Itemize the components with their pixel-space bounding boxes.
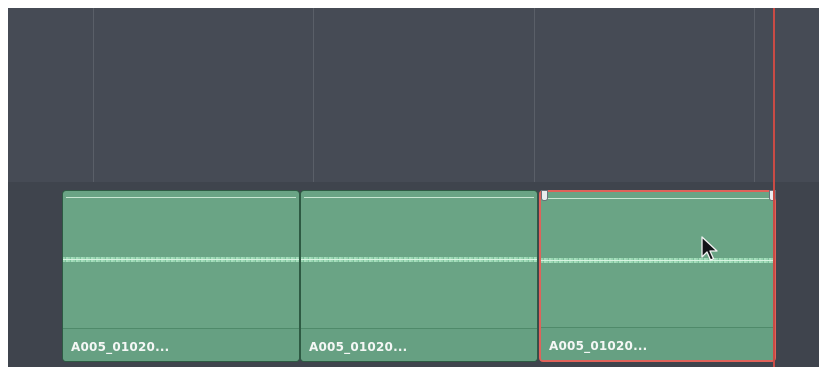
- timeline-panel[interactable]: A005_01020... A005_01020... A005_01020..…: [8, 8, 819, 367]
- clip-name-label: A005_01020...: [71, 340, 170, 354]
- clip-waveform-center: [301, 259, 537, 260]
- clip-name-label: A005_01020...: [549, 339, 648, 353]
- audio-clip-1[interactable]: A005_01020...: [62, 190, 300, 362]
- audio-clip-3-selected[interactable]: A005_01020...: [539, 190, 776, 362]
- clip-name-label: A005_01020...: [309, 340, 408, 354]
- clip-name-bar: A005_01020...: [63, 328, 299, 361]
- mouse-pointer-icon: [701, 236, 718, 261]
- clip-volume-line[interactable]: [544, 198, 771, 199]
- clip-name-bar: A005_01020...: [301, 328, 537, 361]
- trim-handle-left-icon[interactable]: [541, 190, 548, 201]
- clip-waveform-center: [541, 260, 774, 261]
- clip-volume-line[interactable]: [66, 197, 296, 198]
- clip-waveform-center: [63, 259, 299, 260]
- clip-volume-line[interactable]: [304, 197, 534, 198]
- playhead[interactable]: [773, 8, 775, 367]
- clip-name-bar: A005_01020...: [541, 327, 774, 360]
- audio-clip-2[interactable]: A005_01020...: [300, 190, 538, 362]
- screenshot-frame: A005_01020... A005_01020... A005_01020..…: [0, 0, 819, 367]
